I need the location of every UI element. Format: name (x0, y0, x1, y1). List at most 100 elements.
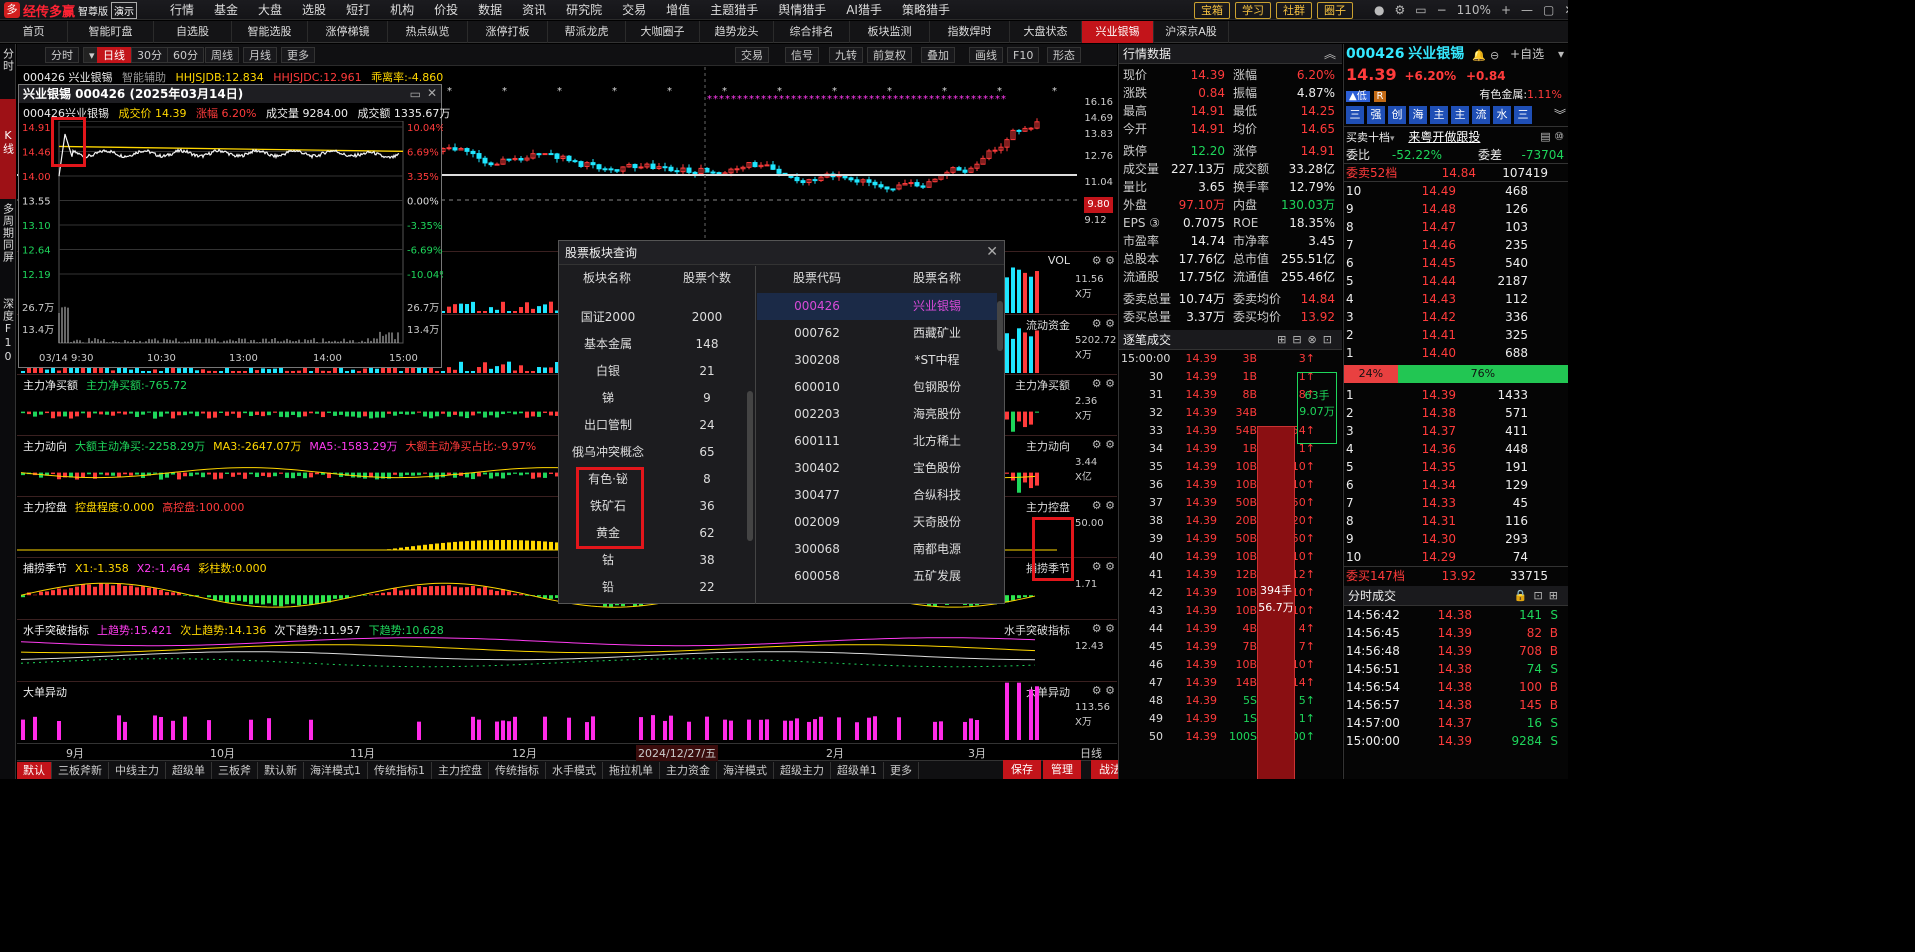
toolbar-overlay[interactable]: 叠加 (921, 47, 955, 63)
stock-row[interactable]: 600111 北方稀土 (757, 428, 997, 455)
pane-tools-icon[interactable]: ⚙ ⚙ (1092, 438, 1115, 451)
side-item-timeshare[interactable]: 分时 (0, 44, 16, 99)
community-button[interactable]: 社群 (1276, 1, 1312, 19)
chevron-down-icon[interactable]: ︾ (1554, 106, 1566, 124)
stock-row[interactable]: 002009 天奇股份 (757, 509, 997, 536)
fav-button[interactable]: +自选 (1510, 44, 1544, 64)
menu-item[interactable]: 数据 (468, 0, 512, 20)
gear-icon[interactable]: ⚙ (1394, 3, 1405, 17)
feature-icon[interactable]: 海 (1409, 106, 1427, 124)
zoom-plus-icon[interactable]: + (1501, 3, 1511, 17)
sector-query-dialog[interactable]: 股票板块查询 ✕ 板块名称 股票个数 股票代码 股票名称 国证2000 2000 基… (558, 240, 1005, 604)
menu-item[interactable]: 策略猎手 (892, 0, 960, 20)
stock-row[interactable]: 300068 南都电源 (757, 536, 997, 563)
tab-item[interactable]: 大盘状态 (1010, 21, 1082, 43)
feature-icon[interactable]: 主 (1451, 106, 1469, 124)
menu-item[interactable]: 基金 (204, 0, 248, 20)
template-tab[interactable]: 海洋模式1 (304, 761, 368, 779)
menu-item[interactable]: 选股 (292, 0, 336, 20)
toolbar-pattern[interactable]: 形态 (1047, 47, 1081, 63)
template-tab[interactable]: 默认新 (258, 761, 304, 779)
template-tab[interactable]: 更多 (884, 761, 919, 779)
menu-item[interactable]: 大盘 (248, 0, 292, 20)
stock-row[interactable]: 000762 西藏矿业 (757, 320, 997, 347)
feature-icon[interactable]: 流 (1472, 106, 1490, 124)
tick-tools-icon[interactable]: ⊞⊟⊗⊡ (1277, 330, 1338, 350)
screen-icon[interactable]: ▭ (1415, 3, 1426, 17)
tab-item[interactable]: 涨停打板 (468, 21, 548, 43)
menu-item[interactable]: 机构 (380, 0, 424, 20)
stock-row[interactable]: 600058 五矿发展 (757, 563, 997, 590)
sector-name[interactable]: 有色金属: (1479, 88, 1527, 101)
collapse-icon[interactable]: ︽ (1324, 44, 1336, 64)
pane-tools-icon[interactable]: ⚙ ⚙ (1092, 684, 1115, 697)
period-60m[interactable]: 60分 (167, 47, 204, 63)
menu-item[interactable]: 交易 (612, 0, 656, 20)
toolbar-f10[interactable]: F10 (1007, 47, 1040, 63)
bell-icon[interactable]: 🔔 (1472, 46, 1486, 66)
pane-tools-icon[interactable]: ⚙ ⚙ (1092, 254, 1115, 267)
minus-circle-icon[interactable]: ⊖ (1490, 46, 1499, 66)
stock-row[interactable]: 300208 *ST中程 (757, 347, 997, 374)
tab-item[interactable]: 综合排名 (774, 21, 850, 43)
template-tab[interactable]: 中线主力 (109, 761, 166, 779)
template-tab[interactable]: 传统指标 (489, 761, 546, 779)
template-tab[interactable]: 拖拉机单 (603, 761, 660, 779)
period-more[interactable]: 更多 (281, 47, 315, 63)
menu-item[interactable]: 舆情猎手 (768, 0, 836, 20)
toolbar-fq[interactable]: 前复权 (867, 47, 912, 63)
pane-tools-icon[interactable]: ⚙ ⚙ (1092, 317, 1115, 330)
minimize-popup-icon[interactable]: ▭ (410, 87, 421, 101)
stock-row[interactable]: 000426 兴业银锡 (757, 293, 997, 320)
toolbar-signal[interactable]: 信号 (785, 47, 819, 63)
stock-row[interactable]: 300402 宝色股份 (757, 455, 997, 482)
menu-item[interactable]: 行情 (160, 0, 204, 20)
pane-tools-icon[interactable]: ⚙ ⚙ (1092, 622, 1115, 635)
feature-icon[interactable]: 三 (1514, 106, 1532, 124)
menu-item[interactable]: AI猎手 (836, 0, 892, 20)
stock-row[interactable]: 002203 海亮股份 (757, 401, 997, 428)
tab-item[interactable]: 热点纵览 (388, 21, 468, 43)
side-item-f10[interactable]: 深度F10 (0, 294, 16, 384)
tab-item[interactable]: 沪深京A股 (1154, 21, 1229, 43)
pane-tools-icon[interactable]: ⚙ ⚙ (1092, 560, 1115, 573)
period-timeshare[interactable]: 分时 (45, 47, 79, 63)
indicator-pane-ss[interactable]: 水手突破指标 上趋势:15.421 次上趋势:14.136 次下趋势:11.957 下趋… (17, 619, 1117, 681)
orderbook-label[interactable]: 买卖十档 (1346, 131, 1390, 144)
tab-item[interactable]: 智能选股 (232, 21, 308, 43)
tab-item[interactable]: 兴业银锡 (1082, 21, 1154, 43)
pane-tools-icon[interactable]: ⚙ ⚙ (1092, 377, 1115, 390)
stock-row[interactable]: 600010 包钢股份 (757, 374, 997, 401)
template-tab[interactable]: 主力资金 (660, 761, 717, 779)
template-tab[interactable]: 超级单1 (831, 761, 884, 779)
template-tab[interactable]: 海洋模式 (717, 761, 774, 779)
template-tab[interactable]: 默认 (17, 761, 52, 779)
tab-item[interactable]: 智能盯盘 (68, 21, 154, 43)
stock-scrollbar[interactable] (997, 301, 1003, 351)
save-button[interactable]: 保存 (1003, 760, 1041, 779)
maximize-icon[interactable]: ▢ (1543, 3, 1554, 17)
ftrade-tools-icon[interactable]: 🔒⊡⊞ (1514, 586, 1564, 606)
user-icon[interactable]: ● (1374, 3, 1384, 17)
tab-item[interactable]: 板块监测 (850, 21, 930, 43)
sector-scrollbar[interactable] (747, 391, 753, 541)
demo-badge[interactable]: 演示 (111, 1, 138, 19)
indicator-pane-dd[interactable]: 大单异动 大单异动 ⚙ ⚙ 113.56 X万 (17, 681, 1117, 741)
learn-button[interactable]: 学习 (1235, 1, 1271, 19)
menu-item[interactable]: 资讯 (512, 0, 556, 20)
menu-item[interactable]: 短打 (336, 0, 380, 20)
menu-item[interactable]: 增值 (656, 0, 700, 20)
feature-icon[interactable]: 主 (1430, 106, 1448, 124)
feature-icon[interactable]: 三 (1346, 106, 1364, 124)
live-link[interactable]: 来粤开做跟投 (1408, 130, 1480, 144)
panel-icons[interactable]: ▤ ⑩ (1540, 127, 1564, 147)
toolbar-trade[interactable]: 交易 (735, 47, 769, 63)
template-tab[interactable]: 三板斧新 (52, 761, 109, 779)
template-tab[interactable]: 超级单 (166, 761, 212, 779)
template-tab[interactable]: 水手模式 (546, 761, 603, 779)
toolbar-draw[interactable]: 画线 (969, 47, 1003, 63)
period-weekly[interactable]: 周线 (205, 47, 239, 63)
minimize-icon[interactable]: — (1521, 3, 1533, 17)
stock-row[interactable]: 300477 合纵科技 (757, 482, 997, 509)
tab-item[interactable]: 首页 (0, 21, 68, 43)
